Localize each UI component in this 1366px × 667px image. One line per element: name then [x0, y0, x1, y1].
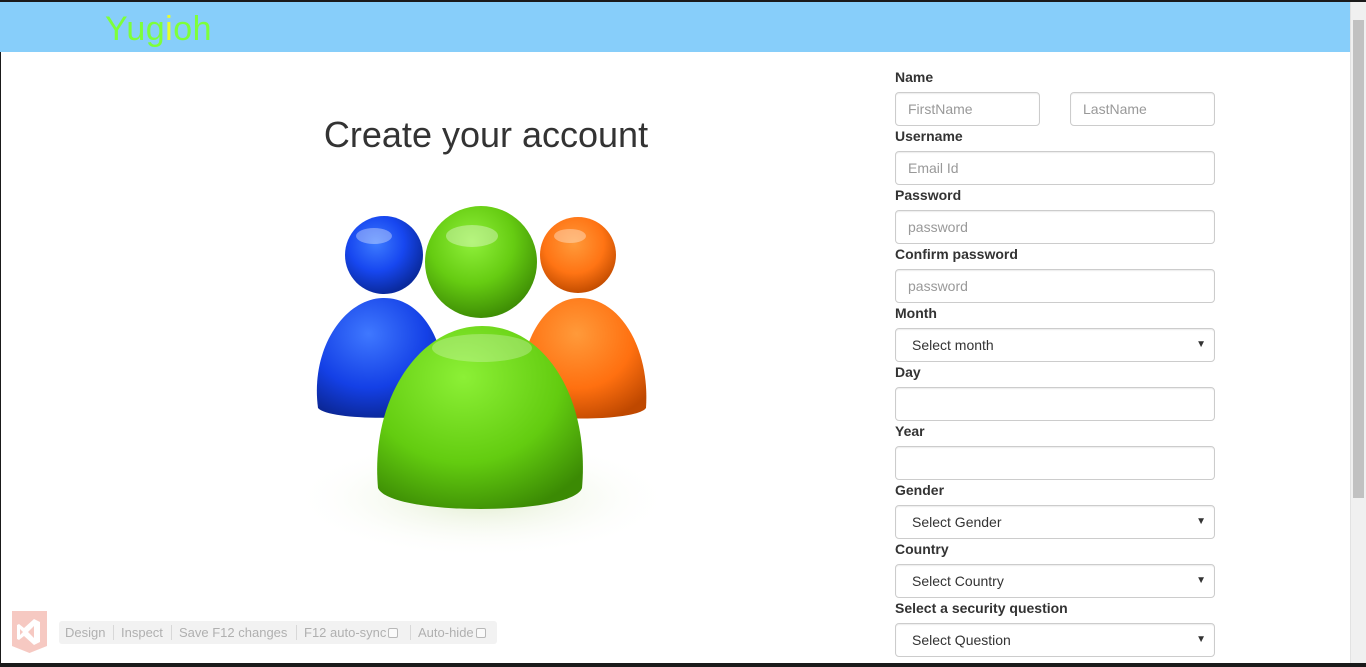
brand-letter: u — [126, 10, 146, 48]
password-input[interactable]: password — [895, 210, 1215, 244]
brand-letter: o — [173, 10, 193, 48]
gender-label: Gender — [895, 482, 945, 498]
brand-letter: Y — [105, 10, 127, 48]
inspect-button[interactable]: Inspect — [121, 625, 163, 640]
gender-select-value: Select Gender — [912, 514, 1002, 530]
first-name-input[interactable]: FirstName — [895, 92, 1040, 126]
confirm-password-input[interactable]: password — [895, 269, 1215, 303]
divider — [296, 625, 297, 640]
chevron-down-icon: ▼ — [1196, 634, 1206, 645]
name-label: Name — [895, 69, 934, 85]
window-frame-bottom — [0, 663, 1366, 667]
year-input[interactable] — [895, 446, 1215, 480]
f12-auto-sync-toggle[interactable]: F12 auto-sync — [304, 625, 399, 640]
users-group-icon — [250, 198, 714, 584]
auto-hide-label: Auto-hide — [418, 625, 474, 640]
security-question-select-value: Select Question — [912, 632, 1011, 648]
password-label: Password — [895, 187, 962, 203]
username-label: Username — [895, 128, 963, 144]
scrollbar-thumb[interactable] — [1353, 20, 1364, 498]
month-select[interactable]: Select month ▼ — [895, 328, 1215, 362]
country-select-value: Select Country — [912, 573, 1004, 589]
month-label: Month — [895, 305, 937, 321]
country-select[interactable]: Select Country ▼ — [895, 564, 1215, 598]
chevron-down-icon: ▼ — [1196, 575, 1206, 586]
security-question-select[interactable]: Select Question ▼ — [895, 623, 1215, 657]
username-input[interactable]: Email Id — [895, 151, 1215, 185]
save-f12-changes-button[interactable]: Save F12 changes — [179, 625, 287, 640]
brand-letter: i — [165, 10, 174, 48]
year-label: Year — [895, 423, 925, 439]
day-label: Day — [895, 364, 921, 380]
confirm-password-label: Confirm password — [895, 246, 1018, 262]
design-button[interactable]: Design — [65, 625, 105, 640]
page-title: Create your account — [323, 114, 649, 155]
checkbox-icon[interactable] — [388, 628, 399, 638]
day-input[interactable] — [895, 387, 1215, 421]
divider — [171, 625, 172, 640]
window-frame-left — [0, 0, 1, 667]
brand-letter: g — [145, 10, 166, 48]
last-name-input[interactable]: LastName — [1070, 92, 1215, 126]
navbar: Yugioh — [0, 2, 1350, 52]
brand-letter: h — [192, 10, 213, 48]
gender-select[interactable]: Select Gender ▼ — [895, 505, 1215, 539]
auto-hide-toggle[interactable]: Auto-hide — [418, 625, 486, 640]
chevron-down-icon: ▼ — [1196, 516, 1206, 527]
visual-studio-icon[interactable] — [12, 611, 47, 653]
devtools-bar: Design Inspect Save F12 changes F12 auto… — [59, 621, 497, 644]
brand-logo[interactable]: Yugioh — [105, 10, 212, 48]
f12-auto-sync-label: F12 auto-sync — [304, 625, 387, 640]
chevron-down-icon: ▼ — [1196, 339, 1206, 350]
checkbox-icon[interactable] — [475, 628, 486, 638]
vertical-scrollbar[interactable] — [1350, 2, 1366, 663]
country-label: Country — [895, 541, 949, 557]
security-question-label: Select a security question — [895, 600, 1068, 616]
divider — [410, 625, 411, 640]
month-select-value: Select month — [912, 337, 994, 353]
divider — [113, 625, 114, 640]
